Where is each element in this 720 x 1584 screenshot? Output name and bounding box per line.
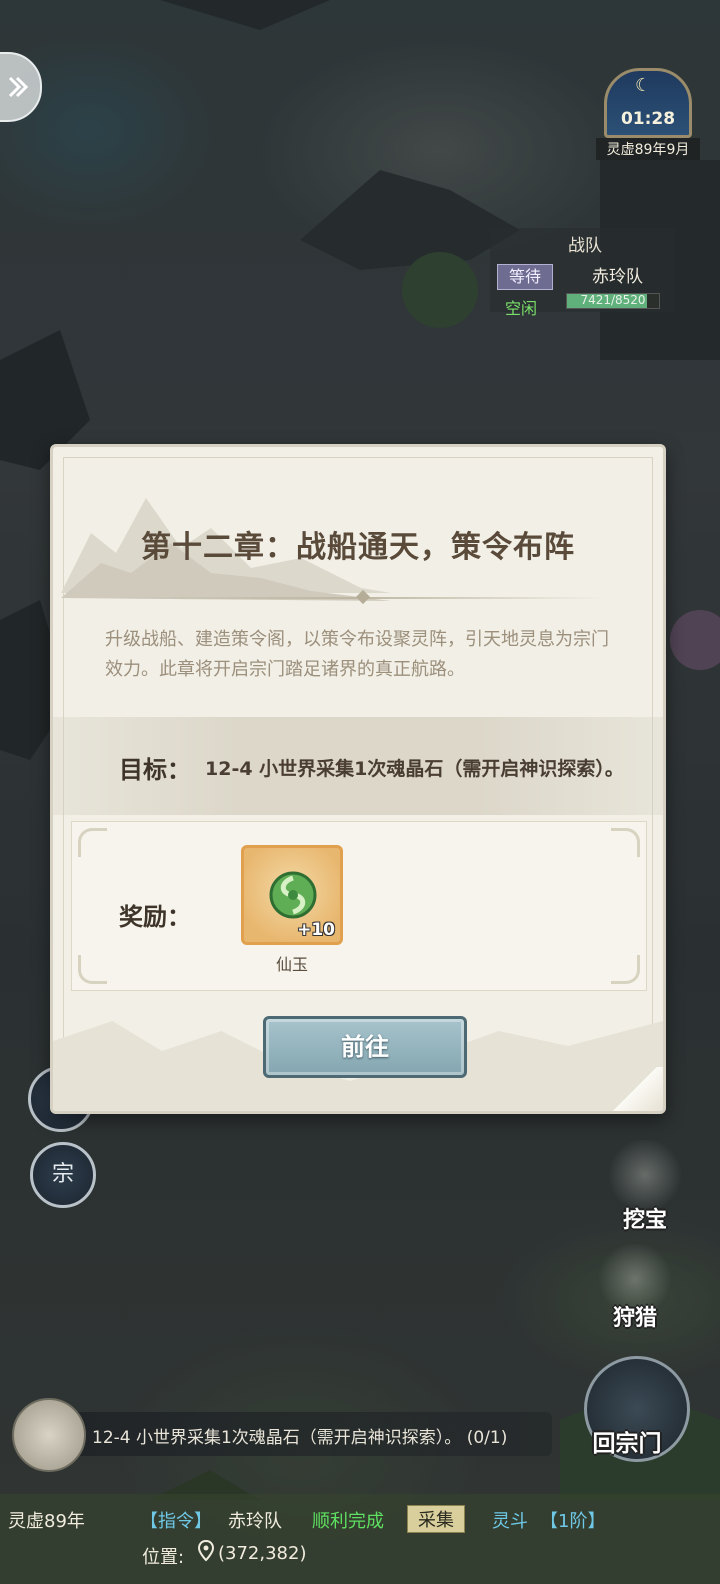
bottom-action-badge: 采集: [407, 1505, 465, 1533]
team-hp-bar: 7421/8520: [566, 293, 660, 309]
chapter-title: 第十二章：战船通天，策令布阵: [141, 530, 575, 565]
team-title: 战队: [568, 236, 602, 256]
bottom-team: 赤玲队: [228, 1511, 282, 1532]
team-name: 赤玲队: [592, 267, 643, 287]
hunt-button[interactable]: 狩猎: [590, 1244, 680, 1331]
dig-treasure-button[interactable]: 挖宝: [600, 1140, 690, 1233]
location-pin-icon: [198, 1540, 214, 1562]
clock-date: 灵虚89年9月: [596, 138, 700, 160]
bottom-spirit: 灵斗: [492, 1511, 528, 1532]
current-task-text: 12-4 小世界采集1次魂晶石（需开启神识探索）。 (0/1): [92, 1428, 508, 1448]
reward-item-name: 仙玉: [275, 955, 308, 974]
ship-icon: [606, 1140, 684, 1210]
frame-corner: [78, 828, 107, 857]
frame-corner: [611, 828, 640, 857]
goal-text: 12-4 小世界采集1次魂晶石（需开启神识探索）。: [205, 758, 624, 780]
sect-button[interactable]: 宗: [30, 1142, 96, 1208]
bottom-result: 顺利完成: [312, 1511, 384, 1532]
chapter-dialog: 第十二章：战船通天，策令布阵 升级战船、建造策令阁，以策令布设聚灵阵，引天地灵息…: [50, 444, 666, 1114]
page-curl-decoration: [607, 1067, 663, 1111]
go-button[interactable]: 前往: [263, 1016, 467, 1078]
reward-count: +10: [297, 920, 335, 940]
jade-icon: [269, 871, 317, 919]
moon-icon: ☾: [635, 75, 652, 96]
game-clock[interactable]: ☾ 01:28: [604, 68, 692, 138]
clock-time: 01:28: [620, 109, 676, 129]
bottom-tier: 【1阶】: [540, 1511, 606, 1532]
bottom-command: 【指令】: [140, 1511, 212, 1532]
goal-label: 目标：: [119, 756, 191, 784]
team-state-badge: 等待: [497, 264, 553, 290]
position-label: 位置:: [142, 1547, 185, 1568]
frame-corner: [611, 955, 640, 984]
hp-value: 7421/8520: [580, 293, 646, 307]
position-coordinates: (372,382): [218, 1543, 307, 1564]
return-sect-label: 回宗门: [592, 1431, 662, 1457]
frame-corner: [78, 955, 107, 984]
reward-item-slot[interactable]: +10: [241, 845, 343, 945]
bottom-year: 灵虚89年: [8, 1511, 85, 1532]
team-status: 空闲: [505, 299, 538, 318]
double-chevron-icon: [8, 76, 29, 98]
dig-label: 挖宝: [622, 1208, 667, 1233]
reward-label: 奖励：: [119, 903, 191, 931]
hunt-label: 狩猎: [612, 1306, 657, 1331]
sect-label: 宗: [51, 1162, 74, 1187]
quest-scroll-icon[interactable]: [12, 1398, 86, 1472]
chapter-description: 升级战船、建造策令阁，以策令布设聚灵阵，引天地灵息为宗门效力。此章将开启宗门踏足…: [105, 629, 609, 680]
